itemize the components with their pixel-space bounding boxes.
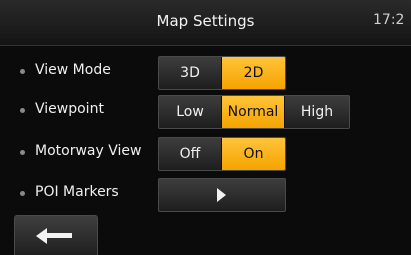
viewpoint-row: Viewpoint Low Normal High xyxy=(0,93,411,129)
bullet-icon xyxy=(20,108,25,113)
viewpoint-option-low[interactable]: Low xyxy=(159,96,222,128)
clock: 17:2 xyxy=(373,12,405,28)
motorway-view-row: Motorway View Off On xyxy=(0,135,411,171)
bullet-icon xyxy=(20,191,25,196)
poi-markers-row: POI Markers xyxy=(0,176,411,212)
page-title: Map Settings xyxy=(156,12,255,30)
bullet-icon xyxy=(20,150,25,155)
viewpoint-option-high[interactable]: High xyxy=(285,96,349,128)
poi-markers-button[interactable] xyxy=(158,178,286,212)
viewpoint-option-normal[interactable]: Normal xyxy=(222,96,285,128)
viewpoint-selector: Low Normal High xyxy=(158,95,350,129)
motorway-view-label: Motorway View xyxy=(35,143,142,159)
motorway-view-selector: Off On xyxy=(158,137,286,171)
play-right-icon xyxy=(217,188,226,202)
view-mode-label: View Mode xyxy=(35,62,111,78)
view-mode-selector: 3D 2D xyxy=(158,56,286,90)
motorway-view-option-on[interactable]: On xyxy=(222,138,285,170)
title-bar: Map Settings 17:2 xyxy=(0,0,411,46)
bullet-icon xyxy=(20,69,25,74)
viewpoint-label: Viewpoint xyxy=(35,101,104,117)
view-mode-option-3d[interactable]: 3D xyxy=(159,57,222,89)
back-arrow-shaft xyxy=(46,233,72,238)
poi-markers-label: POI Markers xyxy=(35,184,119,200)
motorway-view-option-off[interactable]: Off xyxy=(159,138,222,170)
view-mode-row: View Mode 3D 2D xyxy=(0,54,411,90)
back-button[interactable] xyxy=(14,215,98,255)
view-mode-option-2d[interactable]: 2D xyxy=(222,57,285,89)
